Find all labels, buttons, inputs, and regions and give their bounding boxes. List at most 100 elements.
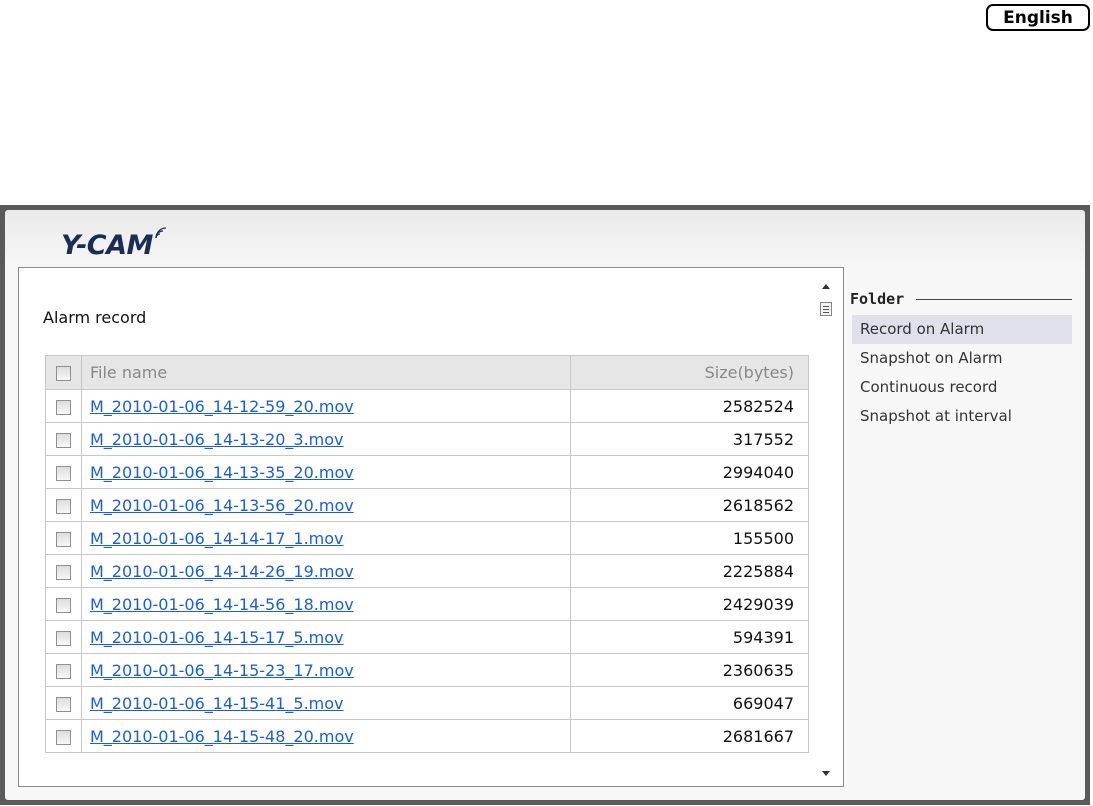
file-link[interactable]: M_2010-01-06_14-15-23_17.mov (90, 661, 354, 680)
file-size-cell: 669047 (570, 686, 809, 720)
file-name-cell: M_2010-01-06_14-14-56_18.mov (81, 587, 571, 621)
file-name-cell: M_2010-01-06_14-14-26_19.mov (81, 554, 571, 588)
file-link[interactable]: M_2010-01-06_14-15-41_5.mov (90, 694, 344, 713)
row-checkbox-cell (45, 455, 82, 489)
file-size: 2582524 (722, 396, 794, 416)
row-checkbox-cell (45, 521, 82, 555)
folder-list: Record on Alarm Snapshot on Alarm Continuo… (850, 315, 1072, 431)
row-checkbox-cell (45, 389, 82, 423)
file-link[interactable]: M_2010-01-06_14-13-35_20.mov (90, 463, 354, 482)
file-link[interactable]: M_2010-01-06_14-13-20_3.mov (90, 430, 344, 449)
row-checkbox[interactable] (56, 564, 71, 580)
file-size: 2225884 (722, 561, 794, 581)
file-link[interactable]: M_2010-01-06_14-14-26_19.mov (90, 562, 354, 581)
row-checkbox[interactable] (56, 696, 71, 712)
app-panel: Y-CAM Alarm record File name Size(bytes) (5, 210, 1085, 800)
table-row: M_2010-01-06_14-12-59_20.mov 2582524 (45, 389, 809, 423)
file-size: 2429039 (722, 594, 794, 614)
vertical-scrollbar[interactable] (819, 278, 835, 778)
row-checkbox-cell (45, 488, 82, 522)
file-link[interactable]: M_2010-01-06_14-14-17_1.mov (90, 529, 344, 548)
file-name-cell: M_2010-01-06_14-14-17_1.mov (81, 521, 571, 555)
table-row: M_2010-01-06_14-15-48_20.mov 2681667 (45, 719, 809, 753)
table-row: M_2010-01-06_14-13-56_20.mov 2618562 (45, 488, 809, 522)
file-size-cell: 2994040 (570, 455, 809, 489)
row-checkbox[interactable] (56, 498, 71, 514)
section-title: Alarm record (43, 308, 147, 327)
file-size: 317552 (732, 429, 794, 449)
file-name-cell: M_2010-01-06_14-13-35_20.mov (81, 455, 571, 489)
file-link[interactable]: M_2010-01-06_14-14-56_18.mov (90, 595, 354, 614)
file-size-cell: 2360635 (570, 653, 809, 687)
file-name-cell: M_2010-01-06_14-15-41_5.mov (81, 686, 571, 720)
scroll-down-arrow-icon[interactable] (822, 771, 830, 776)
file-rows: M_2010-01-06_14-12-59_20.mov 2582524 M_201… (45, 389, 809, 753)
row-checkbox[interactable] (56, 729, 71, 745)
row-checkbox[interactable] (56, 663, 71, 679)
folder-panel: Folder Record on Alarm Snapshot on Alarm C… (850, 290, 1072, 431)
file-size-cell: 2618562 (570, 488, 809, 522)
folder-legend: Folder (850, 290, 1072, 308)
file-size: 2681667 (722, 726, 794, 746)
file-name-cell: M_2010-01-06_14-12-59_20.mov (81, 389, 571, 423)
file-size: 155500 (732, 528, 794, 548)
file-size: 2994040 (722, 462, 794, 482)
row-checkbox-cell (45, 422, 82, 456)
file-name-cell: M_2010-01-06_14-15-23_17.mov (81, 653, 571, 687)
file-size: 2360635 (722, 660, 794, 680)
table-row: M_2010-01-06_14-13-35_20.mov 2994040 (45, 455, 809, 489)
folder-divider (916, 298, 1072, 300)
row-checkbox[interactable] (56, 531, 71, 547)
file-size-cell: 155500 (570, 521, 809, 555)
table-row: M_2010-01-06_14-14-26_19.mov 2225884 (45, 554, 809, 588)
file-link[interactable]: M_2010-01-06_14-15-48_20.mov (90, 727, 354, 746)
file-name-cell: M_2010-01-06_14-15-17_5.mov (81, 620, 571, 654)
file-link[interactable]: M_2010-01-06_14-15-17_5.mov (90, 628, 344, 647)
folder-item[interactable]: Record on Alarm (852, 315, 1072, 344)
row-checkbox-cell (45, 587, 82, 621)
row-checkbox[interactable] (56, 432, 71, 448)
row-checkbox-cell (45, 554, 82, 588)
row-checkbox[interactable] (56, 597, 71, 613)
file-size-cell: 594391 (570, 620, 809, 654)
file-link[interactable]: M_2010-01-06_14-12-59_20.mov (90, 397, 354, 416)
file-size: 669047 (732, 693, 794, 713)
language-button[interactable]: English (986, 4, 1090, 31)
signal-waves-icon (155, 227, 166, 239)
row-checkbox[interactable] (56, 630, 71, 646)
row-checkbox-cell (45, 686, 82, 720)
select-all-checkbox[interactable] (56, 366, 71, 381)
file-size-cell: 2225884 (570, 554, 809, 588)
file-link[interactable]: M_2010-01-06_14-13-56_20.mov (90, 496, 354, 515)
file-name-header[interactable]: File name (81, 355, 571, 390)
file-table: File name Size(bytes) M_2010-01-06_14-12… (45, 355, 809, 753)
file-size: 2618562 (722, 495, 794, 515)
row-checkbox-cell (45, 653, 82, 687)
row-checkbox[interactable] (56, 465, 71, 481)
row-checkbox[interactable] (56, 399, 71, 415)
file-size-cell: 317552 (570, 422, 809, 456)
table-row: M_2010-01-06_14-14-56_18.mov 2429039 (45, 587, 809, 621)
table-row: M_2010-01-06_14-14-17_1.mov 155500 (45, 521, 809, 555)
folder-item[interactable]: Snapshot at interval (852, 402, 1072, 431)
file-name-cell: M_2010-01-06_14-13-20_3.mov (81, 422, 571, 456)
table-row: M_2010-01-06_14-15-17_5.mov 594391 (45, 620, 809, 654)
scroll-thumb[interactable] (820, 302, 832, 316)
row-checkbox-cell (45, 719, 82, 753)
ycam-logo: Y-CAM (61, 227, 170, 266)
scroll-up-arrow-icon[interactable] (822, 284, 830, 289)
size-header[interactable]: Size(bytes) (570, 355, 809, 390)
file-name-cell: M_2010-01-06_14-15-48_20.mov (81, 719, 571, 753)
table-header-row: File name Size(bytes) (45, 355, 809, 390)
file-size-cell: 2681667 (570, 719, 809, 753)
select-all-cell (45, 355, 82, 390)
table-row: M_2010-01-06_14-15-41_5.mov 669047 (45, 686, 809, 720)
folder-title: Folder (850, 290, 905, 308)
table-row: M_2010-01-06_14-15-23_17.mov 2360635 (45, 653, 809, 687)
file-size-cell: 2582524 (570, 389, 809, 423)
folder-item[interactable]: Continuous record (852, 373, 1072, 402)
file-name-cell: M_2010-01-06_14-13-56_20.mov (81, 488, 571, 522)
file-size-cell: 2429039 (570, 587, 809, 621)
row-checkbox-cell (45, 620, 82, 654)
folder-item[interactable]: Snapshot on Alarm (852, 344, 1072, 373)
